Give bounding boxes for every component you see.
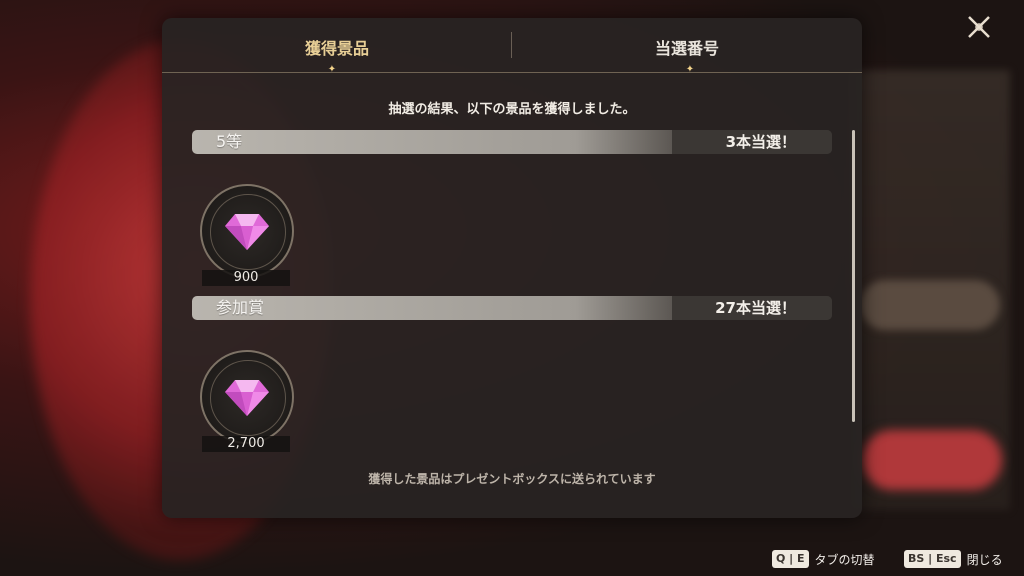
key-hint-bs-esc: BS | Esc bbox=[904, 550, 961, 568]
pink-gem-icon bbox=[225, 380, 269, 416]
prize-item[interactable]: 2,700 bbox=[200, 350, 294, 452]
footer-note: 獲得した景品はプレゼントボックスに送られています bbox=[368, 472, 656, 486]
result-rank-label: 5等 bbox=[216, 132, 243, 151]
prize-item[interactable]: 900 bbox=[200, 184, 294, 286]
prize-dialog: 獲得景品 当選番号 ✦ ✦ 抽選の結果、以下の景品を獲得しました。 5等 3本当… bbox=[162, 18, 862, 518]
tab-bar: 獲得景品 当選番号 ✦ ✦ bbox=[162, 18, 862, 75]
hint-close[interactable]: BS | Esc 閉じる bbox=[904, 549, 1003, 569]
background-pill-red bbox=[862, 430, 1002, 490]
result-bar-participation: 参加賞 27本当選！ bbox=[192, 296, 832, 320]
background-pill bbox=[860, 280, 1000, 330]
active-tab-spark-icon: ✦ bbox=[327, 64, 337, 75]
hint-label: 閉じる bbox=[966, 552, 1003, 567]
hint-label: タブの切替 bbox=[814, 552, 875, 567]
item-quantity: 900 bbox=[202, 270, 290, 286]
result-win-count: 27本当選！ bbox=[715, 299, 796, 317]
tab-prizes[interactable]: 獲得景品 bbox=[162, 18, 512, 72]
key-hint-qe: Q | E bbox=[772, 550, 809, 568]
item-quantity: 2,700 bbox=[202, 436, 290, 452]
result-bar-5th: 5等 3本当選！ bbox=[192, 130, 832, 154]
pink-gem-icon bbox=[225, 214, 269, 250]
tab-spark-icon: ✦ bbox=[685, 64, 695, 75]
result-intro: 抽選の結果、以下の景品を獲得しました。 bbox=[388, 102, 636, 117]
scrollbar[interactable] bbox=[852, 130, 855, 422]
close-icon[interactable] bbox=[962, 10, 996, 44]
hint-switch-tab[interactable]: Q | E タブの切替 bbox=[772, 549, 875, 569]
result-win-count: 3本当選！ bbox=[725, 133, 796, 151]
result-rank-label: 参加賞 bbox=[216, 298, 265, 317]
